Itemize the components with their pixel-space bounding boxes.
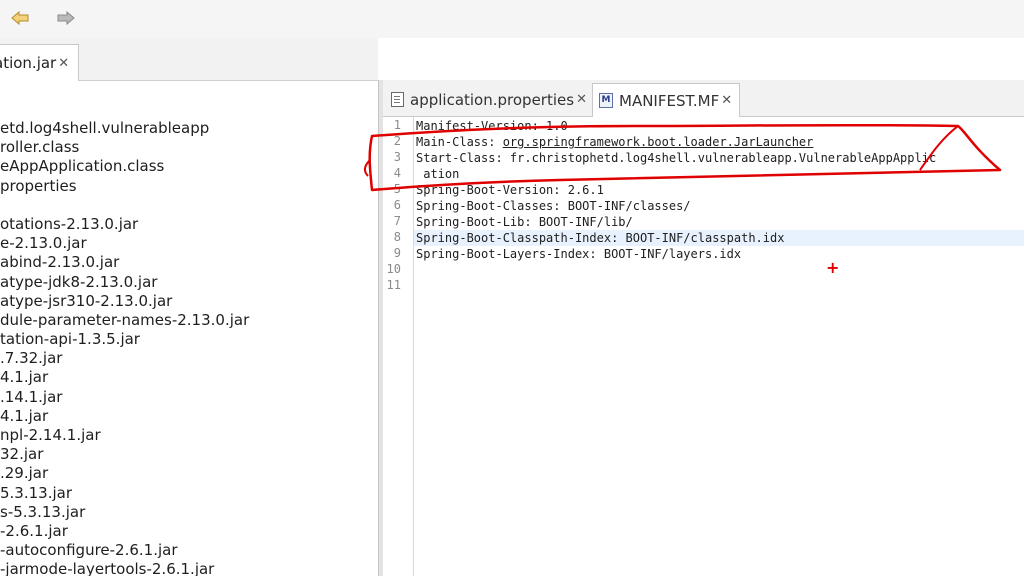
tree-item[interactable]: 5.3.13.jar bbox=[0, 484, 249, 503]
main-toolbar bbox=[0, 0, 1024, 38]
close-icon[interactable]: ✕ bbox=[576, 92, 587, 107]
line-number: 9 bbox=[393, 246, 401, 260]
line-number: 4 bbox=[393, 166, 401, 180]
manifest-file-icon: M bbox=[599, 93, 613, 108]
back-arrow-icon bbox=[11, 11, 29, 25]
tree-item[interactable]: 32.jar bbox=[0, 445, 249, 464]
tab-label: MANIFEST.MF bbox=[619, 91, 720, 110]
code-line: Spring-Boot-Classpath-Index: BOOT-INF/cl… bbox=[416, 231, 785, 245]
tab-application-jar[interactable]: ation.jar ✕ bbox=[0, 44, 79, 81]
text-editor[interactable]: 1 2 3 4 5 6 7 8 9 10 11 Manifest-Version: 1.0 Main-… bbox=[383, 117, 1024, 576]
line-number: 2 bbox=[393, 134, 401, 148]
crosshair-cursor: + bbox=[826, 258, 840, 277]
code-line: Spring-Boot-Lib: BOOT-INF/lib/ bbox=[416, 215, 633, 229]
tree-item[interactable]: abind-2.13.0.jar bbox=[0, 253, 249, 272]
line-number-gutter: 1 2 3 4 5 6 7 8 9 10 11 bbox=[383, 117, 414, 576]
tree-item[interactable] bbox=[0, 196, 249, 215]
tree-list: etd.log4shell.vulnerableapp roller.class e… bbox=[0, 119, 249, 576]
code-line: Spring-Boot-Layers-Index: BOOT-INF/layer… bbox=[416, 247, 742, 261]
line-number: 3 bbox=[393, 150, 401, 164]
editor-tab-row: application.properties ✕ M MANIFEST.MF ✕ bbox=[383, 80, 1024, 118]
line-number: 1 bbox=[393, 118, 401, 132]
tree-item[interactable]: etd.log4shell.vulnerableapp bbox=[0, 119, 249, 138]
code-line: Manifest-Version: 1.0 bbox=[416, 119, 568, 133]
line-number: 6 bbox=[393, 198, 401, 212]
line-number: 5 bbox=[393, 182, 401, 196]
tree-item[interactable]: e-2.13.0.jar bbox=[0, 234, 249, 253]
code-line: Spring-Boot-Classes: BOOT-INF/classes/ bbox=[416, 199, 691, 213]
tree-item[interactable]: .14.1.jar bbox=[0, 388, 249, 407]
tree-item[interactable]: roller.class bbox=[0, 138, 249, 157]
tree-item[interactable]: s-5.3.13.jar bbox=[0, 503, 249, 522]
tab-application-properties[interactable]: application.properties ✕ bbox=[383, 83, 591, 116]
close-icon[interactable]: ✕ bbox=[58, 56, 69, 71]
tree-item[interactable]: -autoconfigure-2.6.1.jar bbox=[0, 541, 249, 560]
tree-item[interactable]: 4.1.jar bbox=[0, 368, 249, 387]
line-number: 11 bbox=[386, 278, 401, 292]
tab-label: application.properties bbox=[410, 90, 575, 109]
tree-item[interactable]: npl-2.14.1.jar bbox=[0, 426, 249, 445]
project-explorer-tree: etd.log4shell.vulnerableapp roller.class e… bbox=[0, 81, 378, 576]
tree-item[interactable]: -jarmode-layertools-2.6.1.jar bbox=[0, 560, 249, 576]
tree-item[interactable]: atype-jdk8-2.13.0.jar bbox=[0, 273, 249, 292]
class-link[interactable]: org.springframework.boot.loader.JarLaunc… bbox=[503, 135, 814, 149]
code-line: Spring-Boot-Version: 2.6.1 bbox=[416, 183, 604, 197]
code-line: ation bbox=[416, 167, 460, 181]
tree-item[interactable]: -2.6.1.jar bbox=[0, 522, 249, 541]
code-line: Main-Class: org.springframework.boot.loa… bbox=[416, 134, 813, 150]
line-number: 7 bbox=[393, 214, 401, 228]
line-number: 8 bbox=[393, 230, 401, 244]
code-line: Start-Class: fr.christophetd.log4shell.v… bbox=[416, 151, 937, 165]
properties-file-icon bbox=[391, 92, 404, 107]
tree-item[interactable]: 4.1.jar bbox=[0, 407, 249, 426]
left-pane-tab-row: ation.jar ✕ bbox=[0, 38, 378, 81]
forward-arrow-icon bbox=[57, 11, 75, 25]
tree-item[interactable]: .7.32.jar bbox=[0, 349, 249, 368]
close-icon[interactable]: ✕ bbox=[721, 93, 732, 108]
tab-manifest-mf[interactable]: M MANIFEST.MF ✕ bbox=[592, 83, 740, 118]
forward-button[interactable] bbox=[55, 8, 77, 28]
line-number: 10 bbox=[386, 262, 401, 276]
tree-item[interactable]: properties bbox=[0, 177, 249, 196]
tree-item[interactable]: atype-jsr310-2.13.0.jar bbox=[0, 292, 249, 311]
tree-item[interactable]: dule-parameter-names-2.13.0.jar bbox=[0, 311, 249, 330]
code-text: Main-Class: bbox=[416, 135, 503, 149]
tree-item[interactable]: tation-api-1.3.5.jar bbox=[0, 330, 249, 349]
tree-item[interactable]: otations-2.13.0.jar bbox=[0, 215, 249, 234]
tree-item[interactable]: eAppApplication.class bbox=[0, 157, 249, 176]
tab-label: ation.jar bbox=[0, 54, 57, 72]
back-button[interactable] bbox=[9, 8, 31, 28]
tree-item[interactable]: .29.jar bbox=[0, 464, 249, 483]
